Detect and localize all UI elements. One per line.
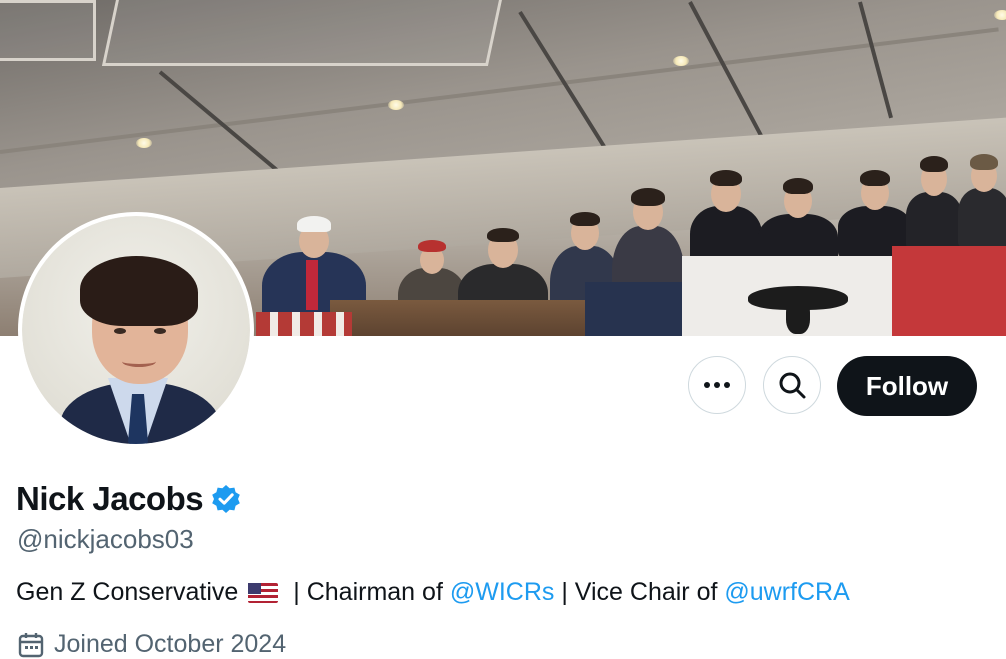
more-horizontal-icon bbox=[704, 382, 730, 388]
profile-avatar[interactable] bbox=[18, 212, 254, 448]
joined-date-text: Joined October 2024 bbox=[54, 630, 287, 658]
verified-badge-icon[interactable] bbox=[211, 484, 241, 514]
us-flag-icon bbox=[248, 582, 279, 603]
avatar-eye bbox=[154, 328, 166, 334]
avatar-eye bbox=[114, 328, 126, 334]
ceiling-beam bbox=[858, 1, 893, 119]
ceiling-light bbox=[994, 10, 1006, 20]
follow-button[interactable]: Follow bbox=[837, 356, 977, 416]
avatar-mouth bbox=[122, 356, 156, 367]
bio-text: | Vice Chair of bbox=[554, 578, 725, 606]
search-icon bbox=[779, 372, 806, 399]
avatar-hair bbox=[80, 256, 198, 326]
ceiling-panel bbox=[0, 0, 96, 61]
profile-bio: Gen Z Conservative | Chairman of @WICRs … bbox=[16, 578, 850, 607]
ceiling-light bbox=[388, 100, 404, 110]
bio-text: Gen Z Conservative bbox=[16, 578, 239, 606]
banner-navy-flag bbox=[585, 282, 685, 336]
bio-text: | Chairman of bbox=[286, 578, 450, 606]
ceiling-light bbox=[673, 56, 689, 66]
banner-eagle-shape bbox=[786, 298, 810, 334]
bio-mention-link[interactable]: @uwrfCRA bbox=[724, 578, 849, 607]
profile-name-row: Nick Jacobs bbox=[16, 478, 241, 520]
profile-handle: @nickjacobs03 bbox=[17, 524, 194, 554]
bio-mention-link[interactable]: @WICRs bbox=[450, 578, 555, 607]
banner-balcony-rail bbox=[330, 300, 600, 336]
banner-striped-flag bbox=[256, 312, 352, 336]
search-profile-button[interactable] bbox=[763, 356, 821, 414]
more-options-button[interactable] bbox=[688, 356, 746, 414]
ceiling-panel bbox=[101, 0, 505, 66]
ceiling-beam bbox=[688, 1, 772, 154]
banner-person bbox=[958, 154, 1006, 248]
profile-display-name: Nick Jacobs bbox=[16, 480, 204, 517]
banner-person bbox=[906, 156, 962, 250]
banner-red-flag bbox=[892, 246, 1006, 336]
ceiling-light bbox=[136, 138, 152, 148]
profile-joined-date: Joined October 2024 bbox=[18, 630, 286, 659]
